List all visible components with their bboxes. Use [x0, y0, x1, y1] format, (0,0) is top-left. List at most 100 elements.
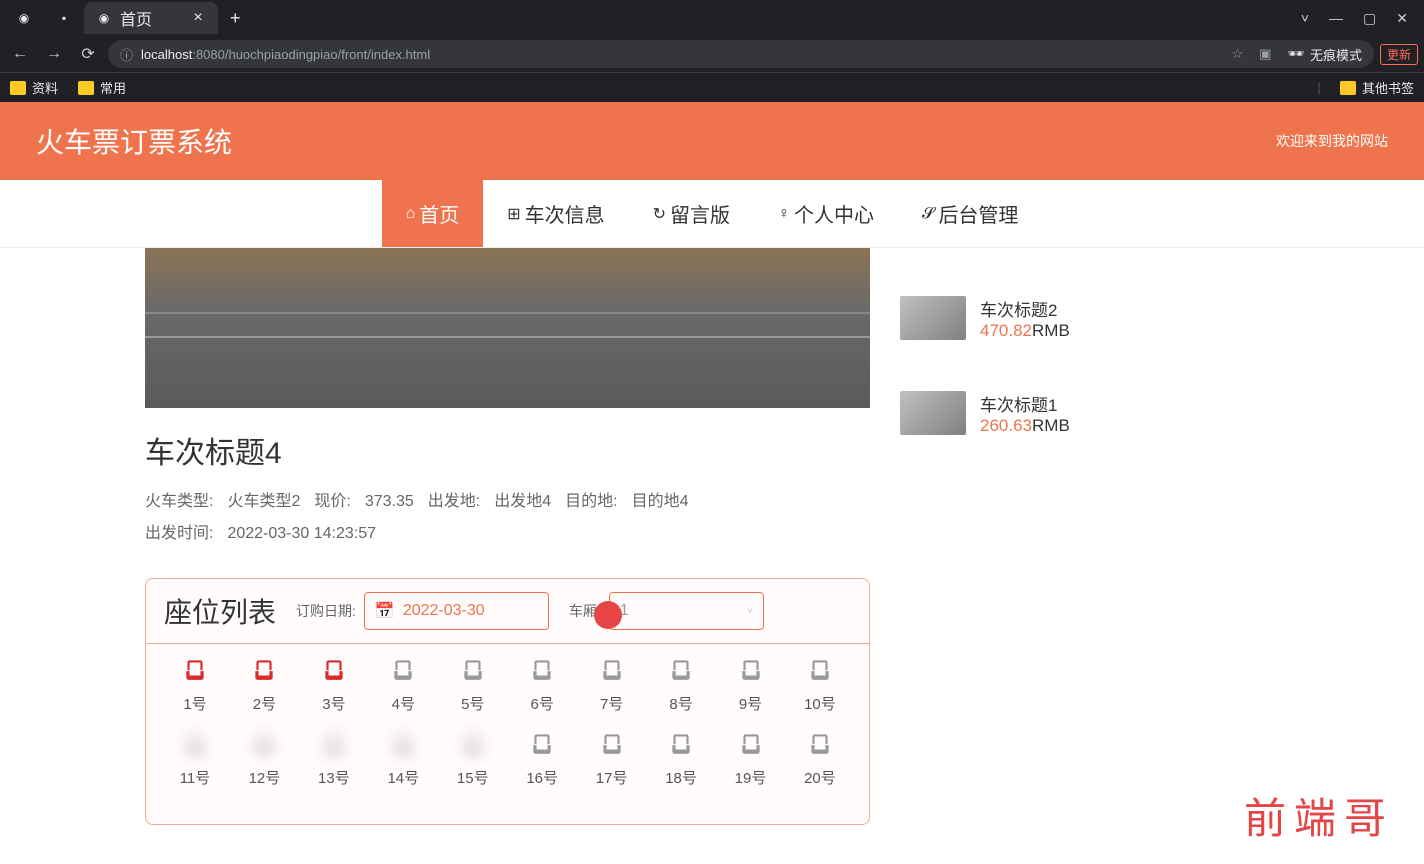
- seat-label: 17号: [596, 767, 628, 788]
- seat-icon: [460, 730, 486, 761]
- thumbnail: [900, 296, 966, 340]
- url-bar[interactable]: ⓘ localhost :8080/huochpiaodingpiao/fron…: [108, 40, 1374, 68]
- close-icon[interactable]: ×: [190, 10, 206, 26]
- seat-icon: [529, 656, 555, 687]
- folder-icon: [1340, 81, 1356, 95]
- bookmark-bar: 资料 常用 | 其他书签: [0, 72, 1424, 102]
- seat-6[interactable]: 6号: [511, 656, 573, 714]
- seat-10[interactable]: 10号: [789, 656, 851, 714]
- link-icon: 𝓢: [922, 205, 934, 223]
- sidebar-item-title: 车次标题2: [980, 296, 1070, 321]
- home-icon: ⌂: [406, 205, 416, 223]
- seat-grid: 1号 2号 3号 4号 5号 6号7号8号 9号 10号 11号 12号 13号 14号 15号 16号 1…: [146, 644, 869, 824]
- seat-icon: [807, 656, 833, 687]
- seat-9[interactable]: 9号: [720, 656, 782, 714]
- panel-icon[interactable]: ▣: [1259, 46, 1271, 62]
- seat-7[interactable]: 7号: [581, 656, 643, 714]
- seat-icon: [738, 730, 764, 761]
- tab-background-1[interactable]: ◉: [4, 2, 44, 34]
- seat-16[interactable]: 16号: [511, 730, 573, 788]
- seat-list-title: 座位列表: [164, 591, 276, 631]
- minimize-icon[interactable]: —: [1329, 10, 1343, 27]
- seat-panel: 座位列表 订购日期: 📅 2022-03-30 车厢: 1 ˅ 1号2号3号4号…: [145, 578, 870, 825]
- date-value: 2022-03-30: [403, 602, 485, 620]
- tab-active[interactable]: ◉ 首页 ×: [84, 2, 218, 34]
- seat-12[interactable]: 12号: [233, 730, 295, 788]
- url-host: localhost: [141, 47, 192, 62]
- seat-3[interactable]: 3号: [303, 656, 365, 714]
- sidebar-item[interactable]: 车次标题2 470.82RMB: [900, 296, 1240, 341]
- page: 火车票订票系统 欢迎来到我的网站 ⌂ 首页 ⊞ 车次信息 ↻ 留言版 ♀ 个人中…: [0, 102, 1424, 825]
- seat-13[interactable]: 13号: [303, 730, 365, 788]
- nav-message-board[interactable]: ↻ 留言版: [629, 180, 754, 247]
- forward-button[interactable]: →: [40, 40, 68, 68]
- seat-label: 9号: [739, 693, 762, 714]
- nav-train-info[interactable]: ⊞ 车次信息: [483, 180, 628, 247]
- chevron-down-icon[interactable]: ˅: [1301, 10, 1309, 27]
- seat-label: 12号: [249, 767, 281, 788]
- seat-label: 14号: [387, 767, 419, 788]
- seat-icon: [321, 730, 347, 761]
- browser-chrome: ◉ ▪ ◉ 首页 × + ˅ — ▢ ✕ ← → ⟳ ⓘ localhost :…: [0, 0, 1424, 102]
- tab-bar: ◉ ▪ ◉ 首页 × + ˅ — ▢ ✕: [0, 0, 1424, 36]
- sidebar-item-title: 车次标题1: [980, 391, 1070, 416]
- back-button[interactable]: ←: [6, 40, 34, 68]
- nav-personal-center[interactable]: ♀ 个人中心: [754, 180, 898, 247]
- sidebar-item-price: 470.82: [980, 321, 1032, 340]
- seat-14[interactable]: 14号: [372, 730, 434, 788]
- bookmark-item-1[interactable]: 资料: [10, 78, 58, 97]
- train-meta: 火车类型: 火车类型2 现价: 373.35 出发地: 出发地4 目的地: 目的…: [145, 486, 870, 550]
- address-bar: ← → ⟳ ⓘ localhost :8080/huochpiaodingpia…: [0, 36, 1424, 72]
- seat-label: 5号: [461, 693, 484, 714]
- seat-5[interactable]: 5号: [442, 656, 504, 714]
- seat-11[interactable]: 11号: [164, 730, 226, 788]
- price-value: 373.35: [365, 486, 414, 518]
- seat-label: 4号: [392, 693, 415, 714]
- seat-18[interactable]: 18号: [650, 730, 712, 788]
- sidebar-item-price: 260.63: [980, 416, 1032, 435]
- seat-8[interactable]: 8号: [650, 656, 712, 714]
- carriage-select[interactable]: 1 ˅: [609, 592, 764, 630]
- sidebar: 车次标题2 470.82RMB 车次标题1 260.63RMB: [900, 248, 1240, 825]
- header: 火车票订票系统 欢迎来到我的网站: [0, 102, 1424, 180]
- hero-image: [145, 248, 870, 408]
- seat-icon: [251, 656, 277, 687]
- seat-label: 13号: [318, 767, 350, 788]
- tab-title: 首页: [120, 6, 152, 30]
- globe-icon: ◉: [96, 10, 112, 26]
- seat-1[interactable]: 1号: [164, 656, 226, 714]
- seat-15[interactable]: 15号: [442, 730, 504, 788]
- depart-label: 出发时间:: [145, 518, 213, 550]
- folder-icon: [10, 81, 26, 95]
- other-bookmarks[interactable]: | 其他书签: [1317, 78, 1414, 97]
- star-icon[interactable]: ☆: [1232, 46, 1244, 62]
- seat-label: 1号: [183, 693, 206, 714]
- type-value: 火车类型2: [227, 486, 300, 518]
- calendar-icon: 📅: [375, 601, 395, 621]
- seat-17[interactable]: 17号: [581, 730, 643, 788]
- seat-20[interactable]: 20号: [789, 730, 851, 788]
- person-icon: ♀: [778, 205, 790, 223]
- update-button[interactable]: 更新: [1380, 44, 1418, 65]
- from-value: 出发地4: [494, 486, 551, 518]
- type-label: 火车类型:: [145, 486, 213, 518]
- nav-home[interactable]: ⌂ 首页: [382, 180, 484, 247]
- seat-19[interactable]: 19号: [720, 730, 782, 788]
- bookmark-item-2[interactable]: 常用: [78, 78, 126, 97]
- seat-icon: [251, 730, 277, 761]
- sidebar-item[interactable]: 车次标题1 260.63RMB: [900, 391, 1240, 436]
- seat-icon: [738, 656, 764, 687]
- seat-label: 2号: [253, 693, 276, 714]
- nav-bar: ⌂ 首页 ⊞ 车次信息 ↻ 留言版 ♀ 个人中心 𝓢 后台管理: [0, 180, 1424, 248]
- new-tab-button[interactable]: +: [218, 8, 253, 29]
- reload-button[interactable]: ⟳: [74, 40, 102, 68]
- seat-label: 15号: [457, 767, 489, 788]
- close-window-icon[interactable]: ✕: [1396, 10, 1408, 27]
- tab-background-2[interactable]: ▪: [44, 2, 84, 34]
- seat-2[interactable]: 2号: [233, 656, 295, 714]
- date-input[interactable]: 📅 2022-03-30: [364, 592, 549, 630]
- maximize-icon[interactable]: ▢: [1363, 10, 1376, 27]
- nav-admin[interactable]: 𝓢 后台管理: [898, 180, 1042, 247]
- seat-4[interactable]: 4号: [372, 656, 434, 714]
- seat-icon: [599, 730, 625, 761]
